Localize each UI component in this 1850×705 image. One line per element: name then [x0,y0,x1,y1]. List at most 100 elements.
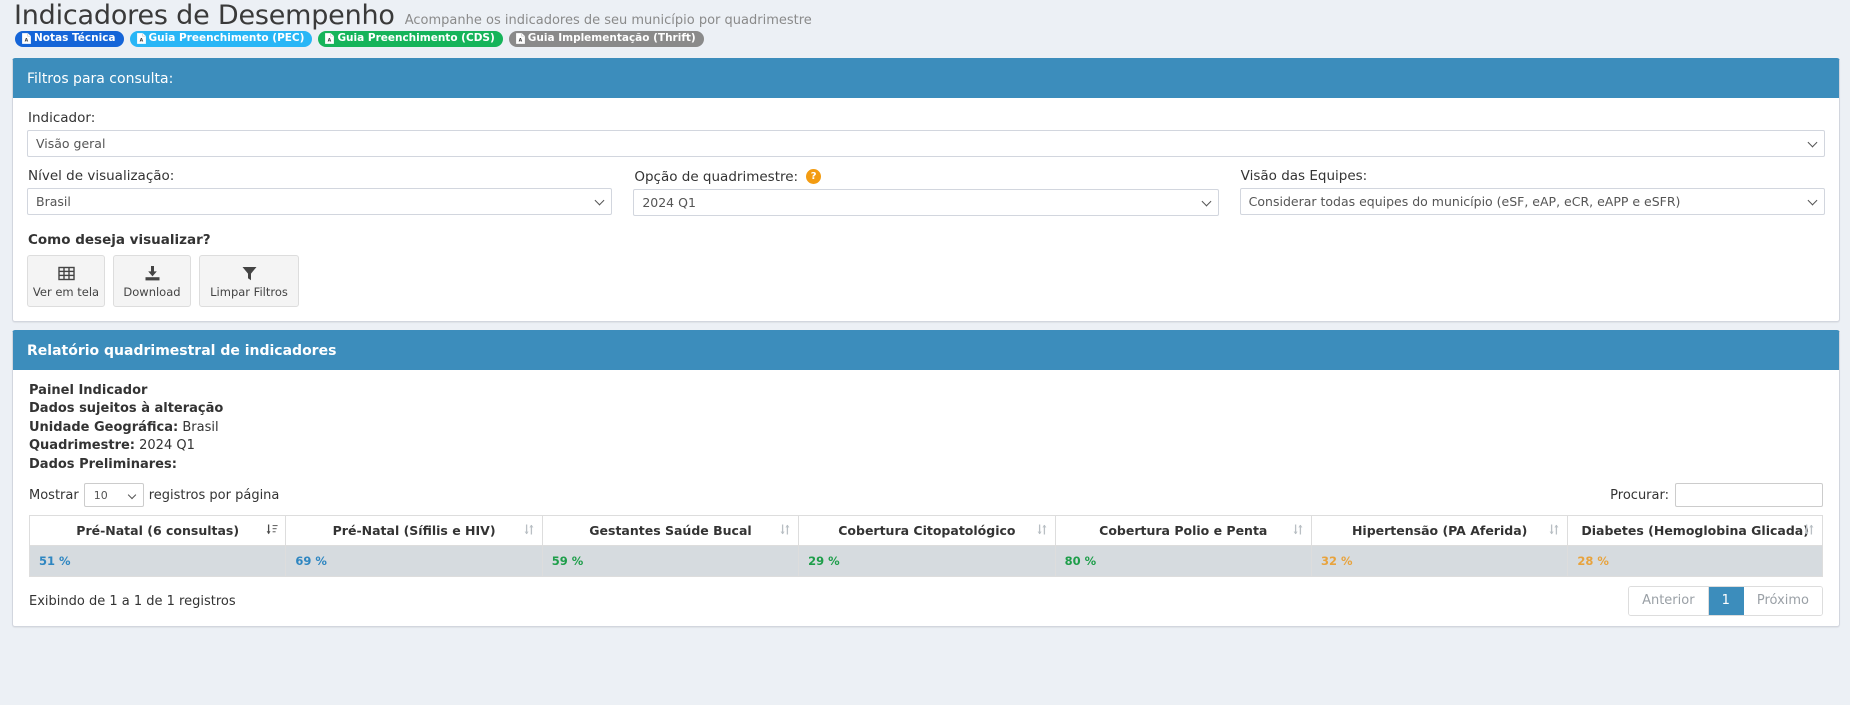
header-badge-row: A Notas Técnica A Guia Preenchimento (PEC) A… [14,31,1850,47]
title-row: Indicadores de Desempenho Acompanhe os i… [14,2,1850,30]
report-meta-line-5: Dados Preliminares: [29,456,1823,474]
table-column-header-1[interactable]: Pré-Natal (6 consultas) [28,515,287,547]
teams-select-value: Considerar todas equipes do município (e… [1248,194,1681,209]
filters-panel-heading: Filtros para consulta: [13,61,1839,98]
header-badge-label: Notas Técnica [34,32,116,44]
sortable-icon[interactable] [1036,523,1048,539]
pdf-file-icon: A [515,33,525,44]
pagination-page-1[interactable]: 1 [1708,587,1744,616]
page-length-value: 10 [93,488,108,502]
how-to-view-title: Como deseja visualizar? [28,232,211,248]
page-title: Indicadores de Desempenho [14,0,395,31]
search-input[interactable] [1675,483,1823,508]
svg-text:A: A [25,38,29,44]
funnel-filter-icon [241,265,258,282]
svg-text:A: A [139,38,143,44]
action-button-row: Ver em tela Download Limpar Filtros [27,255,1825,307]
header-badge-4[interactable]: A Guia Implementação (Thrift) [508,31,704,47]
question-mark-icon[interactable]: ? [806,169,822,184]
clear-filters-label: Limpar Filtros [210,284,288,299]
table-column-header-5[interactable]: Cobertura Polio e Penta [1054,515,1312,547]
sortable-icon[interactable] [779,523,791,539]
quadrimestre-select-value: 2024 Q1 [642,195,696,210]
table-cell-5: 80 % [1054,545,1312,578]
header-badge-label: Guia Preenchimento (CDS) [337,32,495,44]
teams-select[interactable]: Considerar todas equipes do município (e… [1239,188,1825,215]
header-badge-1[interactable]: A Notas Técnica [15,31,124,47]
clear-filters-button[interactable]: Limpar Filtros [199,255,299,307]
page-length-suffix: registros por página [148,487,280,503]
report-meta-line-2: Dados sujeitos à alteração [29,400,1823,418]
page-length-prefix: Mostrar [29,487,79,503]
sortable-icon[interactable] [523,523,535,539]
table-column-header-4[interactable]: Cobertura Citopatológico [798,515,1056,547]
report-meta-value: 2024 Q1 [135,438,195,454]
report-meta-line-3: Unidade Geográfica: Brasil [29,419,1823,437]
table-row: 51 % 69 % 59 % 29 % 80 % 32 % 28 % [28,545,1823,578]
svg-text:A: A [328,38,332,44]
view-on-screen-label: Ver em tela [32,284,100,299]
level-select[interactable]: Brasil [27,188,613,215]
table-controls: Mostrar 10 registros por página Procurar… [29,482,1823,508]
download-button[interactable]: Download [113,255,191,307]
filters-panel: Filtros para consulta: Indicador: Visão … [12,58,1840,322]
table-footer: Exibindo de 1 a 1 de 1 registros Anterio… [29,586,1823,617]
page-length-control: Mostrar 10 registros por página [29,483,280,508]
pdf-file-icon: A [22,33,31,44]
search-control: Procurar: [1610,483,1823,508]
view-on-screen-button[interactable]: Ver em tela [27,255,105,307]
report-meta-block: Painel Indicador Dados sujeitos à alteraç… [29,382,1823,474]
table-cell-1: 51 % [28,545,287,578]
table-column-header-6[interactable]: Hipertensão (PA Aferida) [1310,515,1569,547]
download-label: Download [123,284,181,299]
report-panel-body: Painel Indicador Dados sujeitos à alteraç… [13,370,1839,626]
report-meta-label: Dados sujeitos à alteração [29,401,224,417]
report-meta-line-4: Quadrimestre: 2024 Q1 [29,437,1823,455]
indicator-select-value: Visão geral [36,136,106,151]
quadrimestre-select[interactable]: 2024 Q1 [633,189,1219,216]
table-cell-3: 59 % [541,545,800,578]
header-badge-3[interactable]: A Guia Preenchimento (CDS) [318,31,503,47]
table-column-header-label: Cobertura Citopatológico [838,523,1016,539]
sortable-icon[interactable] [1548,523,1560,539]
table-column-header-7[interactable]: Diabetes (Hemoglobina Glicada) [1567,515,1823,547]
pagination-previous-button[interactable]: Anterior [1629,587,1709,616]
header-badge-label: Guia Preenchimento (PEC) [148,32,305,44]
table-column-header-3[interactable]: Gestantes Saúde Bucal [541,515,800,547]
sortable-icon[interactable] [1803,523,1815,539]
table-column-header-label: Hipertensão (PA Aferida) [1351,523,1528,539]
indicator-select[interactable]: Visão geral [27,130,1825,157]
table-grid-icon [57,265,75,282]
report-meta-label: Unidade Geográfica: [29,419,179,435]
pagination-next-button[interactable]: Próximo [1743,587,1822,616]
table-cell-4: 29 % [798,545,1056,578]
quadrimestre-label: Opção de quadrimestre: [634,168,799,185]
filters-panel-body: Indicador: Visão geral Nível de visualiz… [13,98,1839,321]
table-cell-6: 32 % [1310,545,1569,578]
table-column-header-label: Cobertura Polio e Penta [1099,523,1268,539]
table-info-text: Exibindo de 1 a 1 de 1 registros [29,593,236,609]
indicators-table: Pré-Natal (6 consultas) Pré-Natal (Sífili… [28,515,1823,578]
pdf-file-icon: A [325,33,335,44]
report-panel-heading: Relatório quadrimestral de indicadores [13,333,1839,370]
svg-text:A: A [518,38,522,44]
page-length-select[interactable]: 10 [83,483,144,508]
indicator-label: Indicador: [28,110,96,126]
pdf-file-icon: A [136,33,146,44]
filters-row: Nível de visualização: Brasil Opção de q… [27,168,1825,216]
teams-label: Visão das Equipes: [1240,168,1368,184]
sorted-asc-icon[interactable] [266,523,278,539]
report-meta-label: Quadrimestre: [29,438,135,454]
indicators-table-body: 51 % 69 % 59 % 29 % 80 % 32 % 28 % [28,545,1823,578]
download-icon [144,265,161,282]
quadrimestre-label-row: Opção de quadrimestre: ? [634,168,1218,185]
header-badge-2[interactable]: A Guia Preenchimento (PEC) [129,31,313,47]
header-badge-label: Guia Implementação (Thrift) [527,32,696,44]
search-label: Procurar: [1610,487,1669,503]
teams-field: Visão das Equipes: Considerar todas equi… [1239,168,1825,216]
quadrimestre-field: Opção de quadrimestre: ? 2024 Q1 [633,168,1219,216]
table-column-header-2[interactable]: Pré-Natal (Sífilis e HIV) [285,515,543,547]
indicators-table-head: Pré-Natal (6 consultas) Pré-Natal (Sífili… [28,515,1823,547]
sortable-icon[interactable] [1292,523,1304,539]
report-meta-line-1: Painel Indicador [29,382,1823,400]
